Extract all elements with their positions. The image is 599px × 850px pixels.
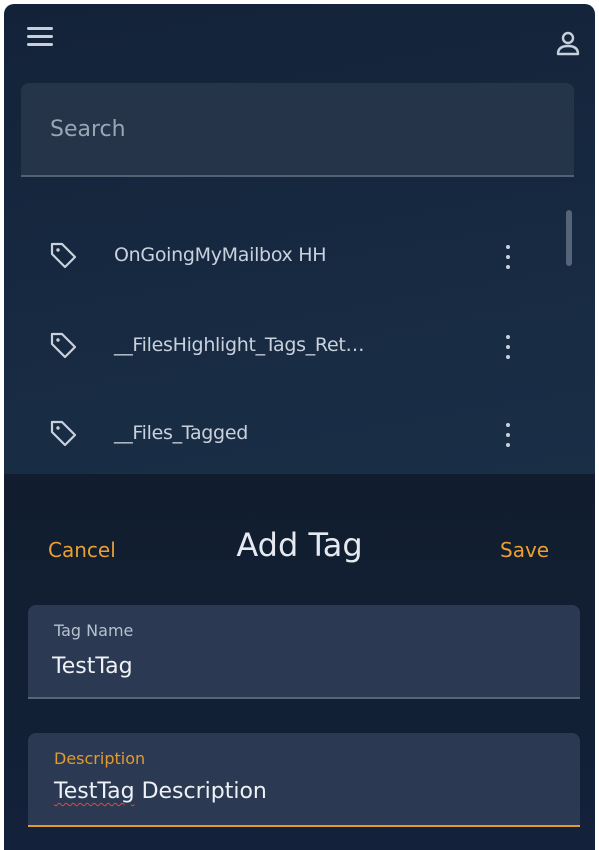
tag-list: OnGoingMyMailbox HH __FilesHighlight_Tag… — [4, 214, 595, 474]
description-label: Description — [54, 749, 146, 768]
tag-icon — [48, 240, 78, 270]
tag-label: __FilesHighlight_Tags_Ret… — [114, 334, 365, 356]
app-window: OnGoingMyMailbox HH __FilesHighlight_Tag… — [4, 4, 595, 850]
spellcheck-word: TestTag — [54, 779, 135, 804]
tag-icon — [48, 330, 78, 360]
cancel-button[interactable]: Cancel — [48, 538, 116, 562]
save-button[interactable]: Save — [500, 538, 549, 562]
user-profile-icon[interactable] — [553, 28, 585, 60]
hamburger-menu-icon[interactable] — [24, 24, 56, 50]
more-options-icon[interactable] — [500, 420, 516, 450]
tag-icon — [48, 418, 78, 448]
tag-label: OnGoingMyMailbox HH — [114, 244, 327, 266]
search-input[interactable] — [48, 110, 532, 148]
more-options-icon[interactable] — [500, 242, 516, 272]
tag-list-item[interactable]: __FilesHighlight_Tags_Ret… — [4, 316, 564, 376]
tag-list-item[interactable]: __Files_Tagged — [4, 404, 564, 464]
search-box — [21, 83, 574, 177]
description-input[interactable]: TestTag Description — [54, 779, 267, 804]
tag-list-item[interactable]: OnGoingMyMailbox HH — [4, 226, 564, 286]
tag-name-label: Tag Name — [54, 621, 134, 640]
tag-name-field[interactable]: Tag Name — [28, 605, 580, 699]
description-value-rest: Description — [134, 779, 267, 804]
add-tag-sheet: Cancel Add Tag Save Tag Name Description… — [4, 474, 595, 850]
more-options-icon[interactable] — [500, 332, 516, 362]
tag-label: __Files_Tagged — [114, 422, 248, 444]
tag-name-input[interactable] — [52, 649, 552, 683]
list-scrollbar[interactable] — [566, 210, 572, 266]
description-field[interactable]: Description TestTag Description — [28, 733, 580, 827]
